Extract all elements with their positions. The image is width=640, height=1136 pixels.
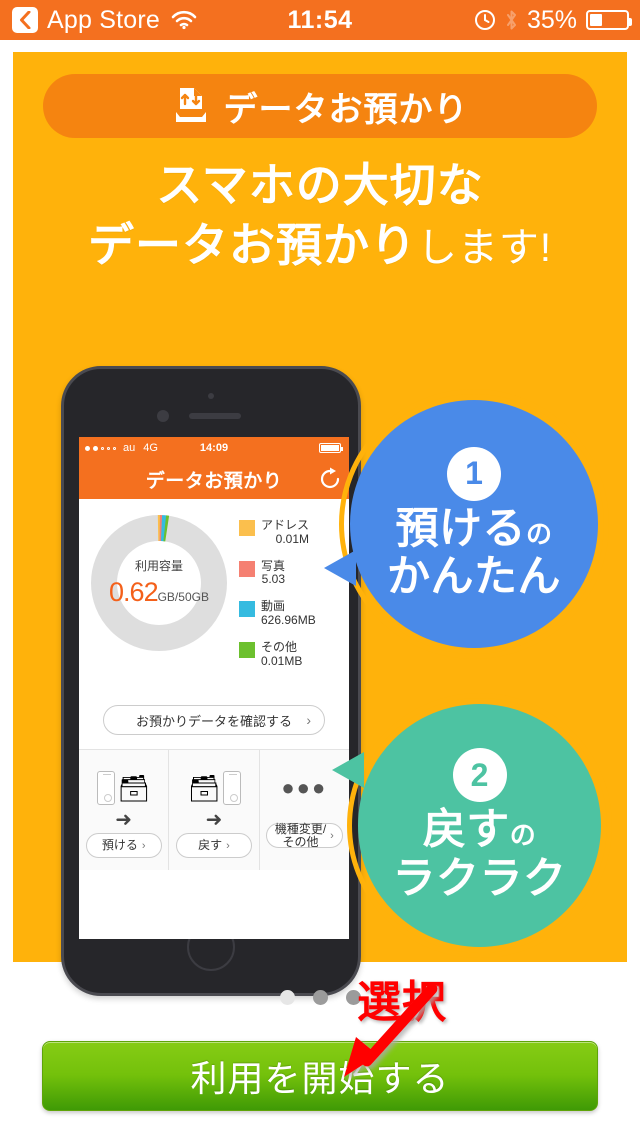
arrow-down-left-icon <box>344 985 438 1077</box>
callout-bubble-2: 2 戻すの ラクラク <box>332 704 601 947</box>
more-dots-icon: ●●● <box>281 775 328 800</box>
bubble-1-line-2: かんたん <box>387 553 561 601</box>
legend-item: アドレス 0.01M <box>239 518 349 547</box>
donut-center: 利用容量 0.62GB/50GB <box>89 557 229 608</box>
tile-backup[interactable]: 🗃 ➜ 預ける › <box>79 750 170 870</box>
refresh-icon[interactable] <box>317 466 343 492</box>
donut-center-label: 利用容量 <box>134 559 183 573</box>
bubble-2-number: 2 <box>452 748 507 803</box>
mini-phone-icon <box>97 771 116 805</box>
storage-donut-chart: 利用容量 0.62GB/50GB <box>89 513 229 653</box>
battery-icon <box>586 10 632 30</box>
action-tiles: 🗃 ➜ 預ける › 🗃 ➜ 戻す › ●●● 機種変更/ その他 › <box>79 749 349 870</box>
app-status-time: 14:09 <box>199 442 229 454</box>
promo-card: データお預かり スマホの大切な データお預かりします! au 4G 14:09 … <box>13 52 627 996</box>
arrow-right-icon: ➜ <box>115 809 133 831</box>
chevron-right-icon: › <box>330 829 334 842</box>
app-header-title: データお預かり <box>145 470 283 492</box>
tile-backup-label: 預ける <box>101 838 138 853</box>
legend-item: 動画 626.96MB <box>239 599 349 628</box>
tile-backup-button[interactable]: 預ける › <box>85 833 162 858</box>
legend-value: 0.01M <box>275 531 310 546</box>
card-title-pill: データお預かり <box>43 74 597 138</box>
legend-label: 写真 <box>261 558 286 573</box>
legend-label: アドレス <box>261 518 310 532</box>
ios-status-bar: App Store 11:54 35% <box>0 0 640 40</box>
card-headline: スマホの大切な データお預かりします! <box>13 156 627 276</box>
legend-value: 5.03 <box>261 572 286 587</box>
storage-legend: アドレス 0.01M 写真 5.03 動画 626.96MB その他 0.01M… <box>239 513 349 699</box>
card-title: データお預かり <box>223 90 469 129</box>
bubble-2-line-2: ラクラク <box>392 854 567 903</box>
arrow-right-icon: ➜ <box>205 809 223 831</box>
bubble-1-line-1: 預けるの <box>395 504 553 553</box>
mini-phone-icon <box>222 771 241 805</box>
legend-value: 0.01MB <box>261 653 303 668</box>
phone-mockup: au 4G 14:09 データお預かり 利用容量 0.62GB/50GB アドレ… <box>61 366 361 996</box>
donut-center-value: 0.62GB/50GB <box>89 577 229 608</box>
storage-chart-area: 利用容量 0.62GB/50GB アドレス 0.01M 写真 5.03 動画 6… <box>79 499 349 699</box>
legend-swatch <box>239 601 255 618</box>
phone-screen: au 4G 14:09 データお預かり 利用容量 0.62GB/50GB アドレ… <box>79 437 349 939</box>
legend-label: 動画 <box>261 599 286 614</box>
headline-line-2: データお預かりします! <box>87 218 553 271</box>
app-battery-icon <box>319 443 343 453</box>
storage-unit: GB/50GB <box>157 590 209 604</box>
storage-box-icon: 🗃 <box>187 773 221 803</box>
legend-item: その他 0.01MB <box>239 639 349 669</box>
bubble-2-line-1: 戻すの <box>422 806 537 855</box>
tile-more-label: 機種変更/その他 <box>274 821 327 849</box>
tile-more-button[interactable]: 機種変更/その他 › <box>265 821 343 849</box>
page-dot-1[interactable] <box>279 990 295 1005</box>
box-to-phone-icon: 🗃 <box>187 760 241 816</box>
phone-to-box-icon: 🗃 <box>97 760 150 816</box>
front-camera-dot <box>208 393 214 399</box>
data-backup-icon <box>175 88 206 122</box>
storage-box-icon: 🗃 <box>117 773 151 803</box>
legend-label: その他 <box>261 639 298 654</box>
status-bar-time: 11:54 <box>287 5 353 34</box>
earpiece-speaker <box>189 413 241 419</box>
confirm-stored-data-button[interactable]: お預かりデータを確認する › <box>103 705 325 735</box>
app-status-bar: au 4G 14:09 <box>79 437 349 459</box>
bubble-1-number: 1 <box>447 446 501 501</box>
chevron-right-icon: › <box>306 712 311 728</box>
legend-swatch <box>239 641 255 658</box>
storage-used-value: 0.62 <box>109 577 159 607</box>
chevron-right-icon: › <box>141 839 146 852</box>
tile-restore-label: 戻す <box>198 838 223 853</box>
tile-restore-button[interactable]: 戻す › <box>175 833 252 858</box>
callout-bubble-1: 1 預けるの かんたん <box>324 400 598 648</box>
headline-suffix: します! <box>416 225 553 270</box>
tile-restore[interactable]: 🗃 ➜ 戻す › <box>169 750 260 870</box>
headline-line-1: スマホの大切な <box>156 159 484 211</box>
sensor-dot <box>157 410 169 422</box>
legend-swatch <box>239 560 255 577</box>
legend-value: 626.96MB <box>261 612 316 627</box>
app-header: データお預かり <box>79 459 349 499</box>
legend-swatch <box>239 520 255 536</box>
donut-chart-wrap: 利用容量 0.62GB/50GB <box>79 513 239 699</box>
confirm-stored-data-label: お預かりデータを確認する <box>135 713 292 729</box>
chevron-right-icon: › <box>226 839 230 852</box>
